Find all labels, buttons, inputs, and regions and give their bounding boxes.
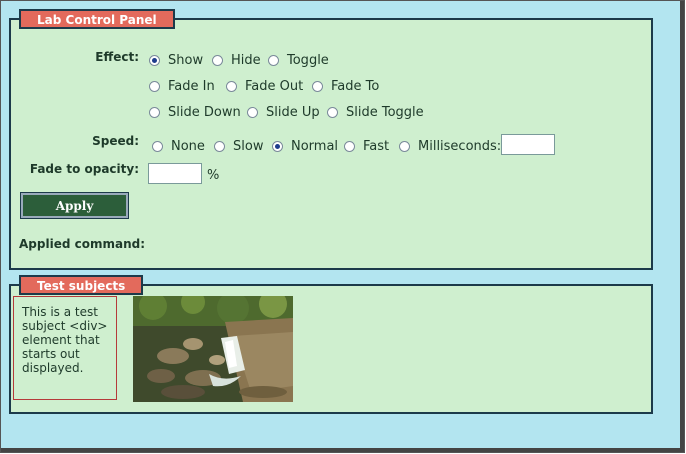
- effect-radio-hide[interactable]: [212, 55, 223, 66]
- speed-fast-label: Fast: [363, 139, 390, 154]
- app-window: Lab Control Panel Effect: Show Hide Togg…: [0, 0, 685, 453]
- effect-slide-down-label: Slide Down: [168, 105, 241, 120]
- speed-option-none[interactable]: None: [152, 139, 205, 154]
- effect-fade-to-label: Fade To: [331, 79, 380, 94]
- effect-option-slide-up[interactable]: Slide Up: [247, 105, 320, 120]
- milliseconds-input[interactable]: [501, 134, 555, 155]
- lab-control-panel: Lab Control Panel Effect: Show Hide Togg…: [9, 9, 653, 270]
- effect-radio-slide-down[interactable]: [149, 107, 160, 118]
- effect-hide-label: Hide: [231, 53, 261, 68]
- opacity-unit: %: [207, 168, 220, 183]
- effect-label: Effect:: [95, 50, 139, 64]
- speed-normal-label: Normal: [291, 139, 339, 154]
- speed-radio-normal[interactable]: [272, 141, 283, 152]
- opacity-label: Fade to opacity:: [29, 162, 139, 176]
- effect-radio-toggle[interactable]: [268, 55, 279, 66]
- applied-command-label: Applied command:: [19, 237, 145, 251]
- speed-none-label: None: [171, 139, 205, 154]
- test-subjects-panel: Test subjects This is a test subject <di…: [9, 275, 653, 414]
- effect-option-show[interactable]: Show: [149, 53, 203, 68]
- waterfall-photo: [133, 296, 293, 402]
- speed-radio-milliseconds[interactable]: [399, 141, 410, 152]
- window-shadow-right: [680, 1, 684, 452]
- speed-radio-none[interactable]: [152, 141, 163, 152]
- effect-toggle-label: Toggle: [287, 53, 329, 68]
- effect-option-slide-down[interactable]: Slide Down: [149, 105, 241, 120]
- effect-option-slide-toggle[interactable]: Slide Toggle: [327, 105, 424, 120]
- window-shadow-bottom: [1, 448, 684, 452]
- effect-fade-in-label: Fade In: [168, 79, 215, 94]
- effect-radio-show[interactable]: [149, 55, 160, 66]
- effect-option-fade-to[interactable]: Fade To: [312, 79, 379, 94]
- test-subject-div: This is a test subject <div> element tha…: [13, 296, 117, 400]
- effect-radio-fade-in[interactable]: [149, 81, 160, 92]
- opacity-input[interactable]: [148, 163, 202, 184]
- control-panel-legend: Lab Control Panel: [19, 9, 175, 29]
- effect-radio-slide-toggle[interactable]: [327, 107, 338, 118]
- waterfall-image: [133, 296, 293, 402]
- apply-button[interactable]: Apply: [20, 192, 129, 219]
- speed-label: Speed:: [92, 134, 139, 148]
- speed-option-fast[interactable]: Fast: [344, 139, 389, 154]
- effect-fade-out-label: Fade Out: [245, 79, 304, 94]
- effect-option-fade-out[interactable]: Fade Out: [226, 79, 303, 94]
- speed-option-normal[interactable]: Normal: [272, 139, 338, 154]
- test-subjects-legend: Test subjects: [19, 275, 144, 295]
- effect-option-fade-in[interactable]: Fade In: [149, 79, 215, 94]
- effect-slide-toggle-label: Slide Toggle: [346, 105, 424, 120]
- speed-slow-label: Slow: [233, 139, 264, 154]
- speed-option-milliseconds[interactable]: Milliseconds:: [399, 139, 501, 154]
- effect-show-label: Show: [168, 53, 204, 68]
- effect-option-toggle[interactable]: Toggle: [268, 53, 329, 68]
- speed-milliseconds-label: Milliseconds:: [418, 139, 502, 154]
- effect-radio-fade-to[interactable]: [312, 81, 323, 92]
- speed-radio-slow[interactable]: [214, 141, 225, 152]
- effect-radio-fade-out[interactable]: [226, 81, 237, 92]
- effect-radio-slide-up[interactable]: [247, 107, 258, 118]
- speed-radio-fast[interactable]: [344, 141, 355, 152]
- speed-option-slow[interactable]: Slow: [214, 139, 263, 154]
- effect-slide-up-label: Slide Up: [266, 105, 320, 120]
- effect-option-hide[interactable]: Hide: [212, 53, 261, 68]
